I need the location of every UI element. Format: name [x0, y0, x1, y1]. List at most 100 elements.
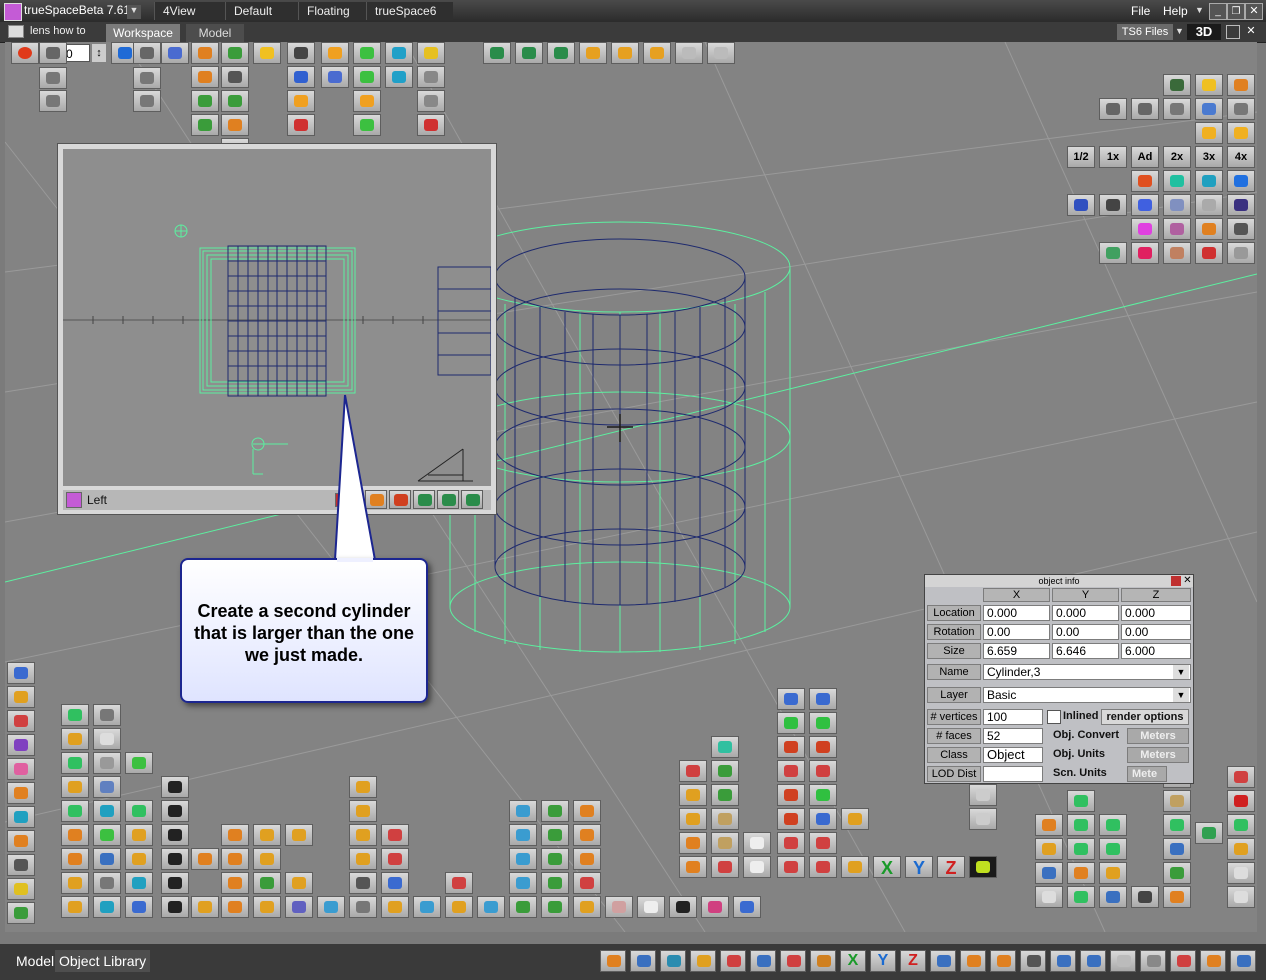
- br-tool-2-icon[interactable]: [1035, 814, 1063, 836]
- lib-curve-13-icon[interactable]: [445, 896, 473, 918]
- lib-shape-24-icon[interactable]: [125, 848, 153, 870]
- view-mode-3d[interactable]: 3D: [1187, 24, 1221, 40]
- location-x-field[interactable]: 0.000: [983, 605, 1050, 621]
- bottom-tool-14-icon[interactable]: [1080, 950, 1106, 972]
- lib-shape-19-icon[interactable]: [221, 824, 249, 846]
- view-tool-4-icon[interactable]: [437, 490, 459, 509]
- viewport-restore-icon[interactable]: [1226, 25, 1240, 39]
- br-tool-17-icon[interactable]: [1163, 814, 1191, 836]
- lib-shape-30-icon[interactable]: [93, 872, 121, 894]
- material-4-icon[interactable]: [1227, 170, 1255, 192]
- material-8-icon[interactable]: [1163, 194, 1191, 216]
- location-z-field[interactable]: 0.000: [1121, 605, 1191, 621]
- lib-obj-18-icon[interactable]: [841, 856, 869, 878]
- restore-icon[interactable]: ❐: [1227, 3, 1245, 20]
- edit-pencil-icon[interactable]: [417, 42, 445, 64]
- view-type-icon[interactable]: [66, 492, 82, 508]
- opengl-icon[interactable]: [969, 808, 997, 830]
- lib-tex-13-icon[interactable]: [743, 856, 771, 878]
- lib-obj-7-icon[interactable]: [777, 760, 805, 782]
- lib-shape-22-icon[interactable]: [61, 848, 89, 870]
- obj-convert-units-button[interactable]: Meters: [1127, 728, 1189, 744]
- br-tool-6-icon[interactable]: [1067, 838, 1095, 860]
- br-tool-10-icon[interactable]: [1099, 862, 1127, 884]
- nav-grid-icon[interactable]: [675, 42, 703, 64]
- layer-field[interactable]: Basic: [983, 687, 1191, 703]
- lib-shape-38-icon[interactable]: [125, 896, 153, 918]
- lib-shape-4-icon[interactable]: [93, 728, 121, 750]
- shield-icon[interactable]: [969, 784, 997, 806]
- lib-obj-12-icon[interactable]: [809, 808, 837, 830]
- spheres-icon[interactable]: [287, 66, 315, 88]
- doc-arrow-icon[interactable]: [417, 90, 445, 112]
- br-tool-13-icon[interactable]: [1099, 886, 1127, 908]
- lib-mat-14-icon[interactable]: [509, 896, 537, 918]
- bottom-tool-6-icon[interactable]: [750, 950, 776, 972]
- rotation-z-field[interactable]: 0.00: [1121, 624, 1191, 640]
- lib-tex-6-icon[interactable]: [679, 808, 707, 830]
- br-tool-14-icon[interactable]: [1131, 886, 1159, 908]
- lib-shape-43-icon[interactable]: [285, 896, 313, 918]
- side-tool-10-icon[interactable]: [7, 878, 35, 900]
- material-16-icon[interactable]: [1131, 242, 1159, 264]
- lib-shape-26-icon[interactable]: [191, 848, 219, 870]
- location-y-field[interactable]: 0.000: [1052, 605, 1119, 621]
- side-tool-8-icon[interactable]: [7, 830, 35, 852]
- material-1-icon[interactable]: [1131, 170, 1159, 192]
- lib-shape-20-icon[interactable]: [253, 824, 281, 846]
- lib-shape-1-icon[interactable]: [61, 704, 89, 726]
- lib-shape-9-icon[interactable]: [93, 776, 121, 798]
- lib-curve-4-icon[interactable]: [381, 824, 409, 846]
- bottom-axis-x-icon[interactable]: X: [840, 950, 866, 972]
- br-tool-20-icon[interactable]: [1163, 886, 1191, 908]
- lib-shape-25-icon[interactable]: [161, 848, 189, 870]
- cube-add-icon[interactable]: [353, 90, 381, 112]
- lib-shape-3-icon[interactable]: [61, 728, 89, 750]
- lib-shape-32-icon[interactable]: [161, 872, 189, 894]
- nav-pivot-icon[interactable]: [579, 42, 607, 64]
- lib-curve-5-icon[interactable]: [349, 848, 377, 870]
- morph-icon[interactable]: [321, 66, 349, 88]
- size-y-field[interactable]: 6.646: [1052, 643, 1119, 659]
- layer-dropdown-icon[interactable]: ▼: [1173, 688, 1189, 702]
- figure-tool-icon[interactable]: [221, 114, 249, 136]
- material-13-icon[interactable]: [1195, 218, 1223, 240]
- bottom-tool-10-icon[interactable]: [960, 950, 986, 972]
- lib-shape-5-icon[interactable]: [61, 752, 89, 774]
- lib-mat-8-icon[interactable]: [541, 848, 569, 870]
- cube-subtract-icon[interactable]: [353, 114, 381, 136]
- lib-mat-2-icon[interactable]: [541, 800, 569, 822]
- lib-shape-16-icon[interactable]: [93, 824, 121, 846]
- lib-mat-11-icon[interactable]: [541, 872, 569, 894]
- lib-mat-7-icon[interactable]: [509, 848, 537, 870]
- cylinder-tool-icon[interactable]: [385, 66, 413, 88]
- rotation-y-field[interactable]: 0.00: [1052, 624, 1119, 640]
- side-tool-11-icon[interactable]: [7, 902, 35, 924]
- bottom-tool-16-icon[interactable]: [1140, 950, 1166, 972]
- lib-shape-11-icon[interactable]: [61, 800, 89, 822]
- material-18-icon[interactable]: [1195, 242, 1223, 264]
- bottom-tool-15-icon[interactable]: [1110, 950, 1136, 972]
- paint-tool-icon[interactable]: [253, 42, 281, 64]
- zoom-4x-button[interactable]: 4x: [1227, 146, 1255, 168]
- lib-shape-31-icon[interactable]: [125, 872, 153, 894]
- material-19-icon[interactable]: [1227, 242, 1255, 264]
- render-mode-5-icon[interactable]: [1227, 98, 1255, 120]
- lib-tex-7-icon[interactable]: [711, 808, 739, 830]
- axis-z-button[interactable]: Z: [937, 856, 965, 878]
- viewport-close-icon[interactable]: ✕: [1244, 24, 1258, 38]
- lib-curve-12-icon[interactable]: [445, 872, 473, 894]
- lib-shape-44-icon[interactable]: [317, 896, 345, 918]
- view-tool-5-icon[interactable]: [461, 490, 483, 509]
- side-tool-1-icon[interactable]: [7, 662, 35, 684]
- title-tab-floating[interactable]: Floating: [298, 2, 375, 20]
- br-tool-16-icon[interactable]: [1163, 790, 1191, 812]
- brush-tool-icon[interactable]: [221, 66, 249, 88]
- bottom-tool-18-icon[interactable]: [1200, 950, 1226, 972]
- left-view-canvas[interactable]: [63, 149, 491, 486]
- bottom-axis-z-icon[interactable]: Z: [900, 950, 926, 972]
- obj-units-button[interactable]: Meters: [1127, 747, 1189, 763]
- lib-shape-7-icon[interactable]: [125, 752, 153, 774]
- lib-mat-12-icon[interactable]: [573, 872, 601, 894]
- joystick-icon[interactable]: [1195, 822, 1223, 844]
